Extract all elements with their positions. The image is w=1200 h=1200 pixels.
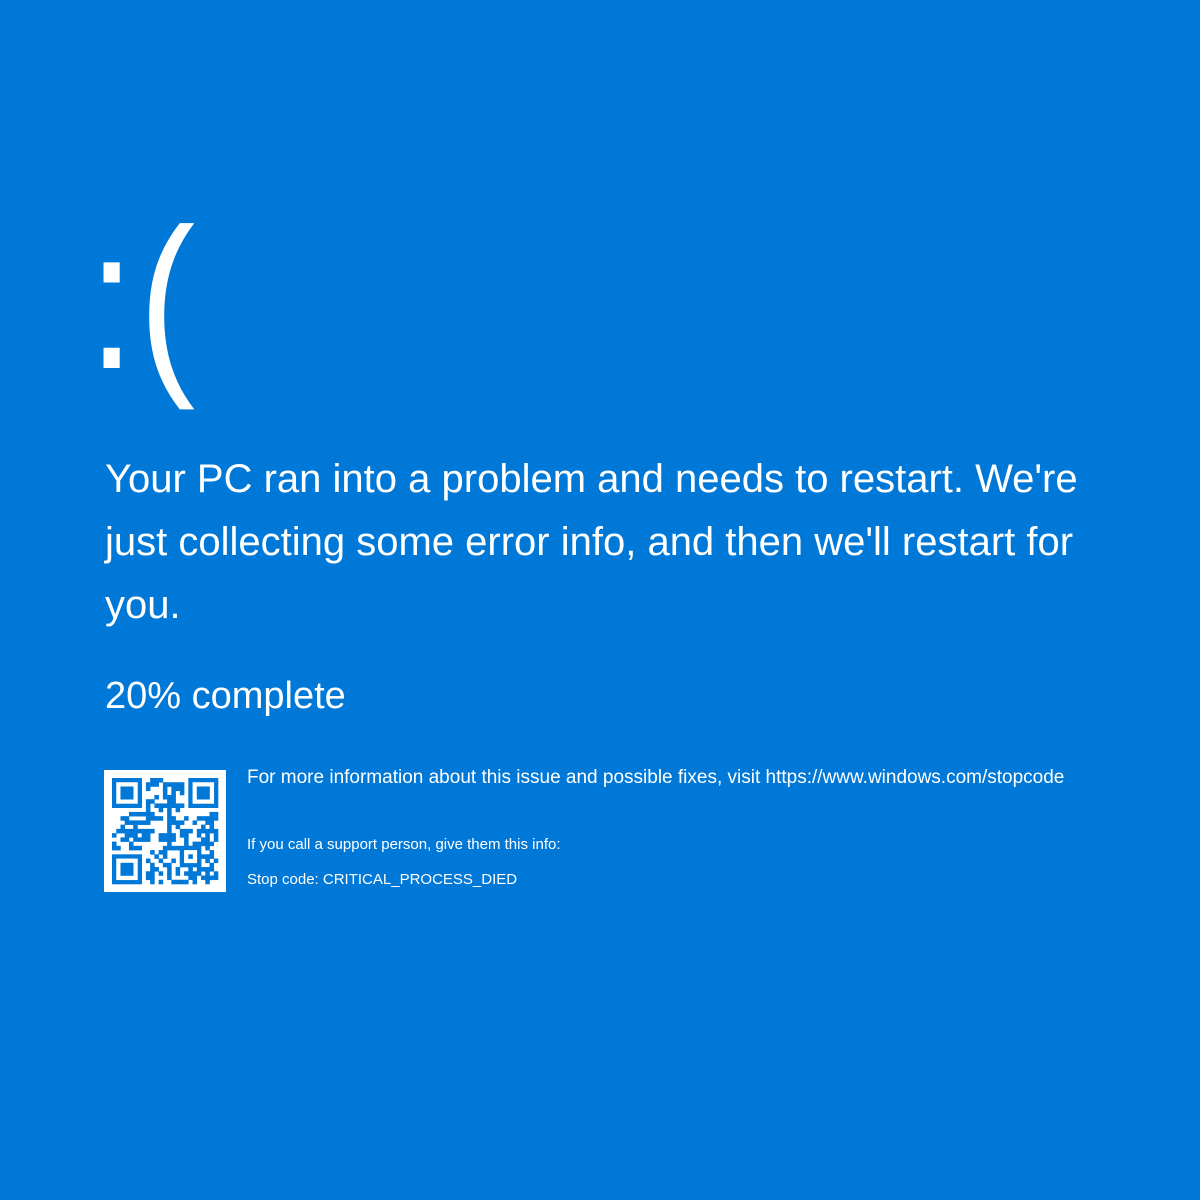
blue-screen: :( Your PC ran into a problem and needs … bbox=[0, 0, 1200, 1200]
more-info-prefix: For more information about this issue an… bbox=[247, 767, 766, 788]
qr-code-icon bbox=[104, 770, 226, 892]
sad-face-emoticon: :( bbox=[88, 188, 199, 411]
support-info-text: If you call a support person, give them … bbox=[247, 836, 561, 853]
error-message: Your PC ran into a problem and needs to … bbox=[105, 457, 1078, 627]
progress-text: 20% complete bbox=[105, 675, 346, 717]
more-info-text: For more information about this issue an… bbox=[247, 764, 1147, 792]
stop-code-text: Stop code: CRITICAL_PROCESS_DIED bbox=[247, 871, 518, 888]
info-block: For more information about this issue an… bbox=[247, 764, 1147, 891]
stopcode-link[interactable]: https://www.windows.com/stopcode bbox=[766, 767, 1065, 788]
